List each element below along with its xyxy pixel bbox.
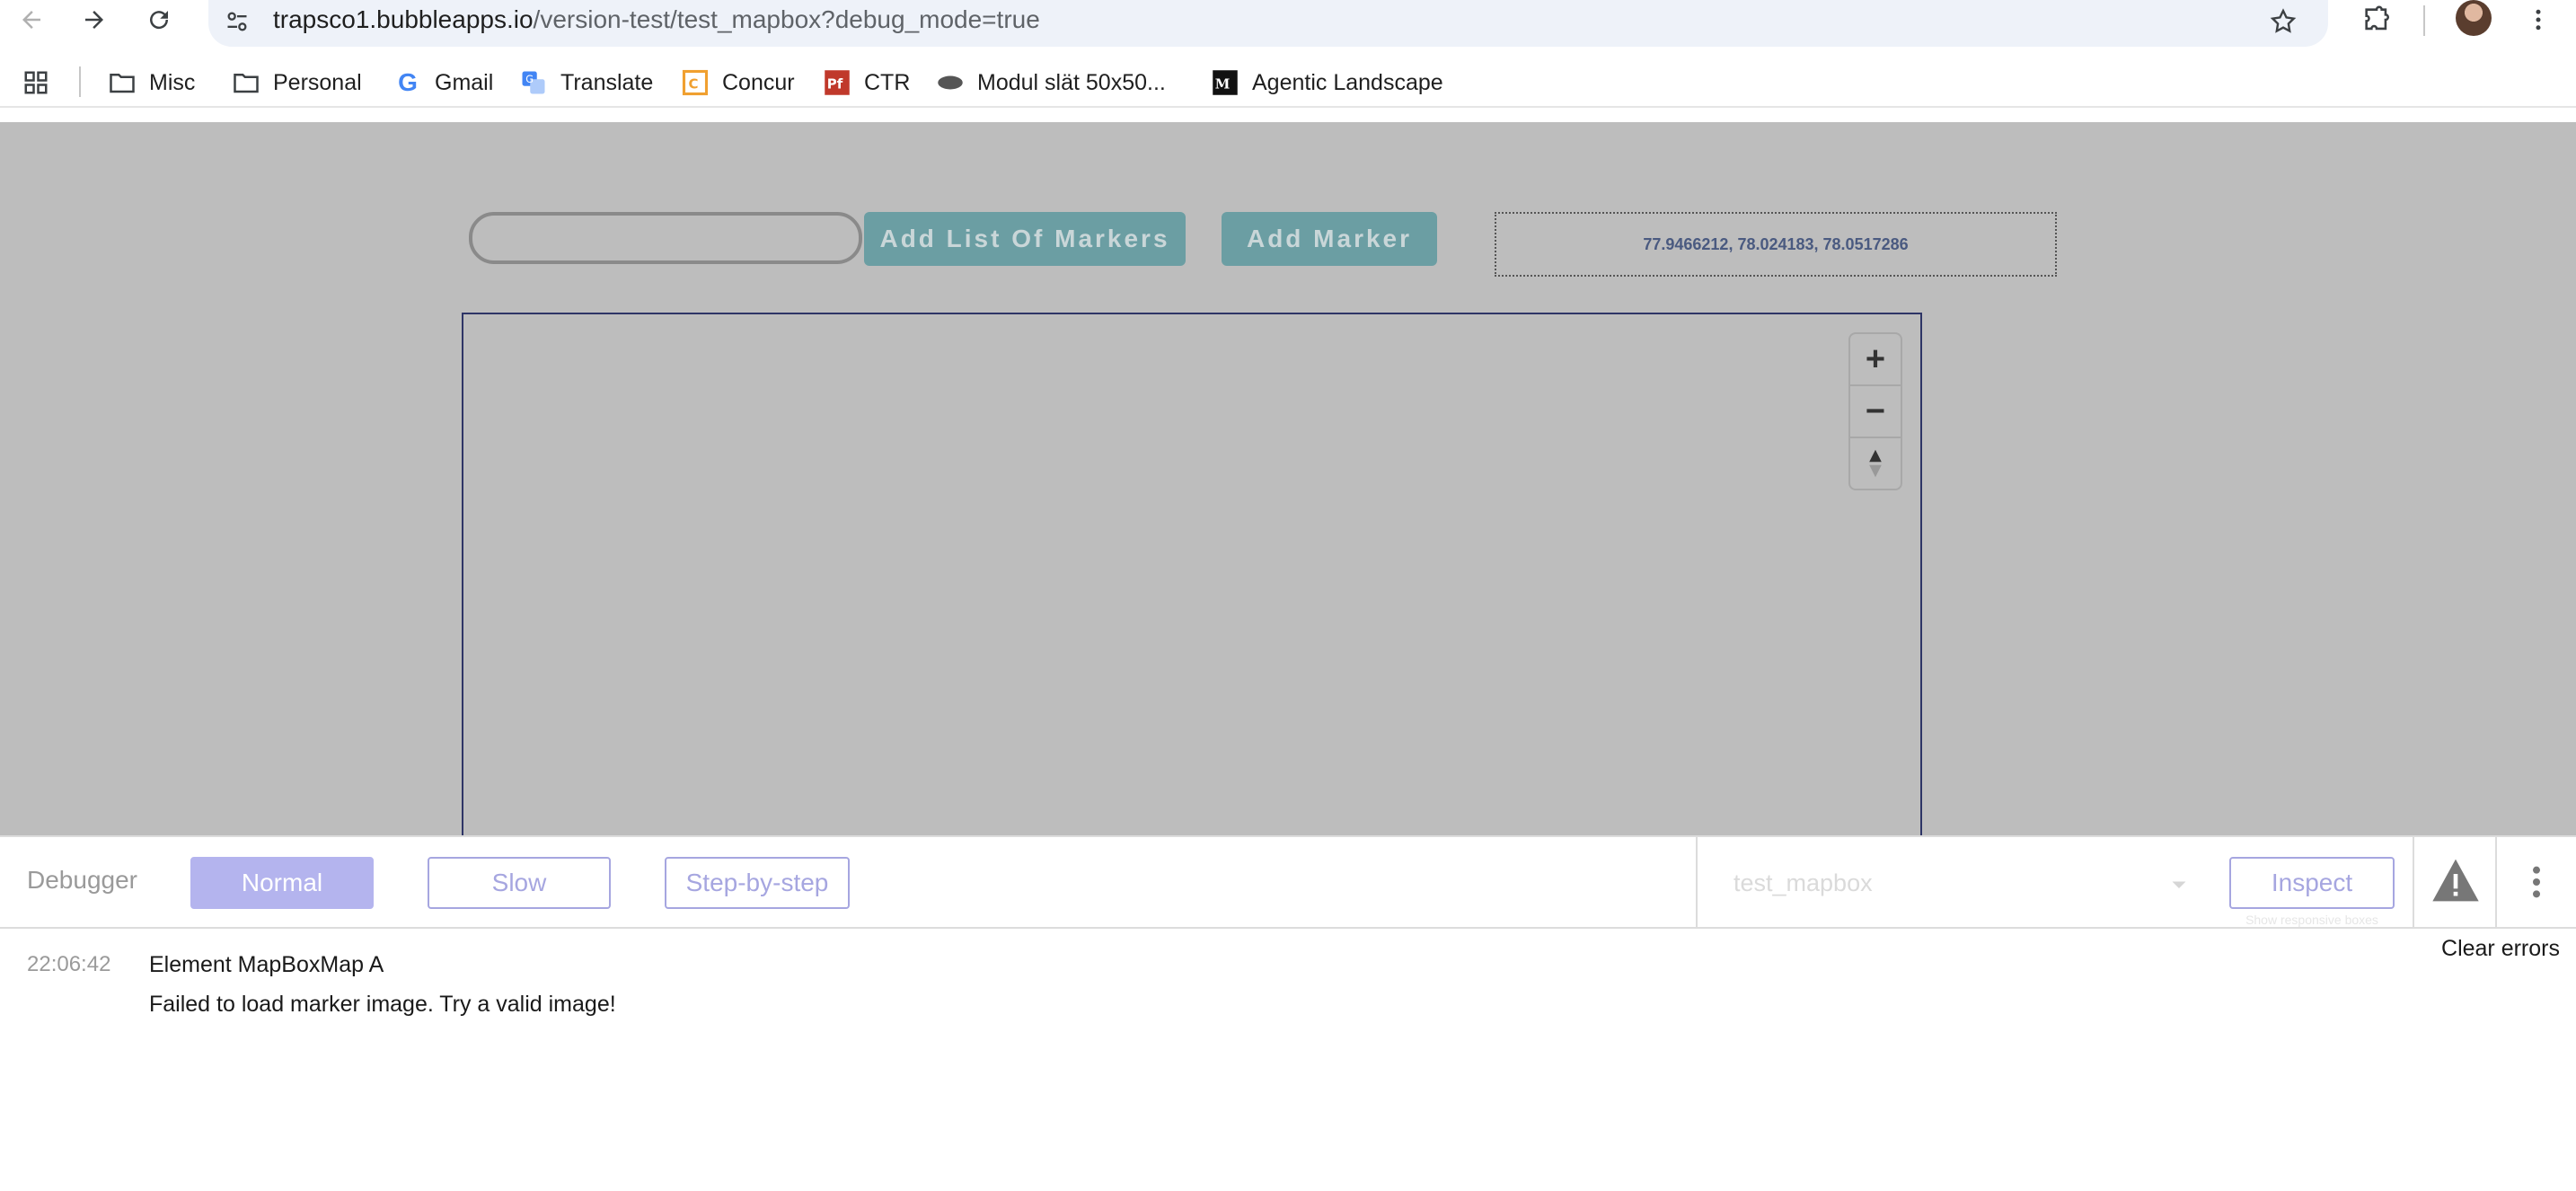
- bookmark-label: Personal: [273, 69, 362, 95]
- arrow-right-icon: [85, 11, 103, 29]
- forward-button[interactable]: [72, 0, 117, 40]
- mode-step-by-step-button[interactable]: Step-by-step: [665, 857, 850, 909]
- bookmark-label: Misc: [149, 69, 196, 95]
- log-element-name[interactable]: Element MapBoxMap A: [149, 952, 384, 978]
- address-bar[interactable]: trapsco1.bubbleapps.io/version-test/test…: [208, 0, 2328, 47]
- url-text[interactable]: trapsco1.bubbleapps.io/version-test/test…: [273, 4, 1040, 36]
- mode-normal-button[interactable]: Normal: [190, 857, 374, 909]
- page-select-value: test_mapbox: [1734, 869, 1873, 896]
- svg-text:Pf: Pf: [827, 75, 843, 92]
- medium-icon: M: [1211, 68, 1239, 97]
- bookmark-ctr[interactable]: Pf CTR: [823, 65, 910, 101]
- bookmarks-divider: [79, 66, 81, 97]
- site-settings-icon[interactable]: [221, 5, 253, 38]
- svg-text:M: M: [1215, 75, 1231, 92]
- bookmark-star-button[interactable]: [2265, 4, 2301, 40]
- add-marker-button[interactable]: Add Marker: [1222, 212, 1437, 266]
- error-log: Clear errors 22:06:42 Element MapBoxMap …: [0, 929, 2576, 1191]
- bookmark-gmail[interactable]: G Gmail: [393, 65, 493, 101]
- compass-icon: [1869, 449, 1882, 478]
- debugger-label: Debugger: [27, 866, 137, 894]
- google-icon: G: [398, 68, 418, 96]
- svg-text:G: G: [525, 74, 534, 85]
- back-button[interactable]: [9, 0, 54, 40]
- bookmark-misc[interactable]: Misc: [108, 65, 195, 101]
- pdf-icon: Pf: [823, 68, 851, 97]
- arrow-left-icon: [22, 11, 40, 29]
- mode-slow-button[interactable]: Slow: [428, 857, 611, 909]
- bookmarks-bar: Misc Personal G Gmail G Translate C Conc…: [0, 57, 2576, 108]
- show-responsive-boxes-label[interactable]: Show responsive boxes: [2235, 913, 2389, 927]
- bookmark-label: Gmail: [435, 69, 494, 95]
- bookmark-modul[interactable]: Modul slät 50x50...: [936, 65, 1166, 101]
- mapbox-map[interactable]: + −: [462, 313, 1922, 835]
- puzzle-icon: [2365, 5, 2389, 31]
- bookmark-label: CTR: [864, 69, 911, 95]
- coordinates-text: 77.9466212, 78.024183, 78.0517286: [1495, 212, 2057, 277]
- add-list-of-markers-button[interactable]: Add List Of Markers: [864, 212, 1186, 266]
- bookmark-translate[interactable]: G Translate: [519, 65, 653, 101]
- bookmark-concur[interactable]: C Concur: [681, 65, 795, 101]
- debugger-bar: Debugger Normal Slow Step-by-step test_m…: [0, 835, 2576, 929]
- debugger-divider: [2495, 837, 2497, 929]
- log-error-message: Failed to load marker image. Try a valid…: [149, 992, 616, 1017]
- browser-menu-button[interactable]: [2517, 0, 2560, 40]
- inspect-button[interactable]: Inspect: [2229, 857, 2395, 909]
- folder-icon: [232, 68, 260, 97]
- url-path: /version-test/test_mapbox?debug_mode=tru…: [533, 5, 1040, 33]
- toolbar-divider: [2423, 5, 2425, 36]
- marker-text-input[interactable]: [469, 212, 862, 264]
- apps-grid-icon: [22, 68, 50, 97]
- debugger-more-button[interactable]: [2520, 857, 2553, 907]
- browser-toolbar: trapsco1.bubbleapps.io/version-test/test…: [0, 0, 2576, 50]
- zoom-out-button[interactable]: −: [1850, 386, 1901, 437]
- compass-button[interactable]: [1850, 438, 1901, 489]
- page-select[interactable]: test_mapbox: [1734, 869, 2192, 905]
- apps-button[interactable]: [22, 65, 50, 101]
- more-vertical-icon: [2536, 9, 2541, 31]
- star-icon: [2270, 8, 2297, 33]
- app-page: Add List Of Markers Add Marker 77.946621…: [0, 122, 2576, 835]
- translate-icon: G: [519, 68, 548, 97]
- profile-avatar[interactable]: [2456, 0, 2492, 36]
- more-vertical-icon: [2533, 866, 2540, 898]
- folder-icon: [108, 68, 137, 97]
- log-timestamp: 22:06:42: [27, 952, 111, 976]
- bookmark-personal[interactable]: Personal: [232, 65, 362, 101]
- clear-errors-link[interactable]: Clear errors: [2441, 936, 2560, 962]
- url-host: trapsco1.bubbleapps.io: [273, 5, 534, 33]
- reload-icon: [150, 11, 169, 30]
- debugger-divider: [1696, 837, 1698, 929]
- bookmark-label: Concur: [722, 69, 795, 95]
- reload-button[interactable]: [137, 0, 181, 40]
- debugger-divider: [2413, 837, 2414, 929]
- oval-icon: [936, 68, 965, 97]
- map-navigation-control: + −: [1848, 332, 1902, 490]
- warning-icon[interactable]: [2430, 857, 2481, 907]
- svg-text:C: C: [689, 75, 699, 92]
- bookmark-agentic-landscape[interactable]: M Agentic Landscape: [1211, 65, 1443, 101]
- zoom-in-button[interactable]: +: [1850, 334, 1901, 384]
- chevron-down-icon: [2166, 869, 2192, 902]
- extensions-button[interactable]: [2355, 0, 2398, 40]
- concur-icon: C: [681, 68, 710, 97]
- bookmark-label: Modul slät 50x50...: [977, 69, 1166, 95]
- bookmark-label: Translate: [560, 69, 654, 95]
- bookmark-label: Agentic Landscape: [1252, 69, 1443, 95]
